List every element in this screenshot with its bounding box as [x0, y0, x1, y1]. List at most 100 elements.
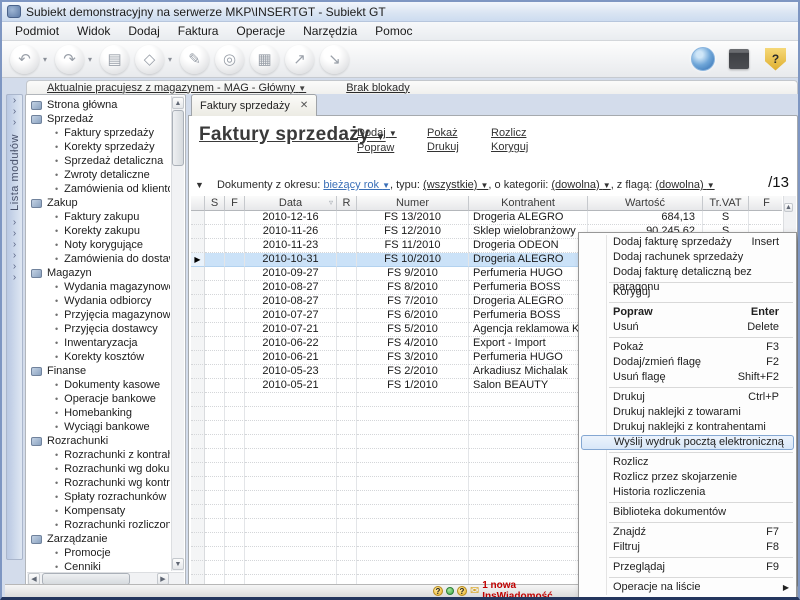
sidebar-item-promocje[interactable]: •Promocje [28, 546, 170, 560]
sidebar-item-strona-główna[interactable]: Strona główna [28, 98, 170, 112]
context-menu-item-pokaż[interactable]: PokażF3 [579, 340, 796, 355]
sidebar-item-zakup[interactable]: Zakup [28, 196, 170, 210]
chevron-down-icon[interactable]: ▾ [88, 55, 92, 64]
sidebar-item-rozrachunki-wg-kontrahentów[interactable]: •Rozrachunki wg kontrahentów [28, 476, 170, 490]
new-document-icon[interactable]: ◇ [135, 45, 164, 74]
sidebar-item-korekty-zakupu[interactable]: •Korekty zakupu [28, 224, 170, 238]
category-filter-link[interactable]: (dowolna) ▼ [551, 179, 610, 191]
sidebar-item-inwentaryzacja[interactable]: •Inwentaryzacja [28, 336, 170, 350]
scroll-up-icon[interactable]: ▲ [172, 97, 184, 109]
print-icon[interactable]: ▦ [250, 45, 279, 74]
column-header-Tr.VAT[interactable]: Tr.VAT [703, 196, 749, 211]
undo-icon[interactable]: ↶ [10, 45, 39, 74]
sidebar-item-rozrachunki-rozliczone[interactable]: •Rozrachunki rozliczone [28, 518, 170, 532]
menubar-item-widok[interactable]: Widok [68, 22, 119, 40]
context-menu-item-drukuj-naklejki-z-kontrahentami[interactable]: Drukuj naklejki z kontrahentami [579, 420, 796, 435]
sidebar-item-homebanking[interactable]: •Homebanking [28, 406, 170, 420]
scroll-down-icon[interactable]: ▼ [172, 558, 184, 570]
sidebar-item-kompensaty[interactable]: •Kompensaty [28, 504, 170, 518]
settle-link[interactable]: Rozlicz [491, 126, 528, 140]
print-link[interactable]: Drukuj [427, 140, 459, 154]
sidebar-item-wydania-magazynowe[interactable]: •Wydania magazynowe [28, 280, 170, 294]
sidebar-item-magazyn[interactable]: Magazyn [28, 266, 170, 280]
chevron-down-icon[interactable]: ▾ [43, 55, 47, 64]
column-header-Numer[interactable]: Numer [357, 196, 469, 211]
sidebar-item-sprzedaż[interactable]: Sprzedaż [28, 112, 170, 126]
sidebar-item-zamówienia-do-dostawców[interactable]: •Zamówienia do dostawców [28, 252, 170, 266]
scroll-up-icon[interactable]: ▲ [784, 203, 793, 212]
sidebar-item-rozrachunki-wg-dokumentów[interactable]: •Rozrachunki wg dokumentów [28, 462, 170, 476]
context-menu-item-dodaj-fakturę-detaliczną-bez-paragonu[interactable]: Dodaj fakturę detaliczną bez paragonu [579, 265, 796, 280]
filter-collapse-icon[interactable]: ▼ [195, 180, 204, 190]
globe-icon[interactable] [691, 47, 715, 71]
edit-link[interactable]: Popraw [357, 141, 397, 155]
tab-faktury-sprzedazy[interactable]: Faktury sprzedaży ✕ [191, 94, 317, 116]
send-back-icon[interactable]: ↗ [285, 45, 314, 74]
edit-document-icon[interactable]: ✎ [180, 45, 209, 74]
column-header-S[interactable]: S [205, 196, 225, 211]
column-header-Kontrahent[interactable]: Kontrahent [469, 196, 588, 211]
menubar-item-faktura[interactable]: Faktura [169, 22, 228, 40]
module-list-strip[interactable]: ››› Lista modułów ›››››› [6, 94, 23, 560]
forward-icon[interactable]: ↘ [320, 45, 349, 74]
sidebar-vertical-scrollbar[interactable]: ▲ ▼ [171, 96, 184, 571]
period-filter-link[interactable]: bieżący rok ▼ [323, 179, 390, 191]
help-status-icon[interactable]: ? [433, 586, 443, 596]
correct-link[interactable]: Koryguj [491, 140, 528, 154]
scrollbar-thumb[interactable] [172, 110, 184, 166]
chevron-down-icon[interactable]: ▾ [168, 55, 172, 64]
sidebar-item-przyjęcia-magazynowe[interactable]: •Przyjęcia magazynowe [28, 308, 170, 322]
sidebar-item-faktury-sprzedaży[interactable]: •Faktury sprzedaży [28, 126, 170, 140]
context-menu-item-usuń[interactable]: UsuńDelete [579, 320, 796, 335]
cube-icon[interactable] [729, 49, 749, 69]
context-menu-item-rozlicz-przez-skojarzenie[interactable]: Rozlicz przez skojarzenie [579, 470, 796, 485]
sidebar-item-finanse[interactable]: Finanse [28, 364, 170, 378]
help-status-icon[interactable]: ? [457, 586, 467, 596]
sidebar-item-zwroty-detaliczne[interactable]: •Zwroty detaliczne [28, 168, 170, 182]
column-header-marker[interactable] [191, 196, 205, 211]
context-menu-item-drukuj-naklejki-z-towarami[interactable]: Drukuj naklejki z towarami [579, 405, 796, 420]
context-menu-item-drukuj[interactable]: DrukujCtrl+P [579, 390, 796, 405]
context-menu-item-operacje-na-liście[interactable]: Operacje na liście▶ [579, 580, 796, 595]
shield-question-icon[interactable]: ? [765, 48, 786, 71]
sidebar-item-przyjęcia-dostawcy[interactable]: •Przyjęcia dostawcy [28, 322, 170, 336]
sidebar-item-korekty-kosztów[interactable]: •Korekty kosztów [28, 350, 170, 364]
column-header-F[interactable]: F [749, 196, 782, 211]
sidebar-item-dokumenty-kasowe[interactable]: •Dokumenty kasowe [28, 378, 170, 392]
context-menu-item-rozlicz[interactable]: Rozlicz [579, 455, 796, 470]
tab-close-icon[interactable]: ✕ [300, 100, 308, 111]
sidebar-item-operacje-bankowe[interactable]: •Operacje bankowe [28, 392, 170, 406]
context-menu-item-przeglądaj[interactable]: PrzeglądajF9 [579, 560, 796, 575]
sidebar-item-rozrachunki-z-kontrahentem[interactable]: •Rozrachunki z kontrahentem [28, 448, 170, 462]
context-menu-item-usuń-flagę[interactable]: Usuń flagęShift+F2 [579, 370, 796, 385]
sidebar-item-faktury-zakupu[interactable]: •Faktury zakupu [28, 210, 170, 224]
context-menu-item-znajdź[interactable]: ZnajdźF7 [579, 525, 796, 540]
search-document-icon[interactable]: ◎ [215, 45, 244, 74]
sidebar-item-noty-korygujące[interactable]: •Noty korygujące [28, 238, 170, 252]
context-menu-item-filtruj[interactable]: FiltrujF8 [579, 540, 796, 555]
context-menu-item-dodaj-rachunek-sprzedaży[interactable]: Dodaj rachunek sprzedaży [579, 250, 796, 265]
lock-status-link[interactable]: Brak blokady [346, 82, 410, 94]
context-menu-item-koryguj[interactable]: Koryguj [579, 285, 796, 300]
column-header-R[interactable]: R [337, 196, 357, 211]
flag-filter-link[interactable]: (dowolna) ▼ [655, 179, 714, 191]
add-link[interactable]: Dodaj ▼ [357, 126, 397, 141]
context-menu-item-wyślij-wydruk-pocztą-elektroniczną[interactable]: Wyślij wydruk pocztą elektroniczną [581, 435, 794, 450]
table-row[interactable]: 2010-12-16FS 13/2010Drogeria ALEGRO684,1… [191, 211, 782, 225]
menubar-item-podmiot[interactable]: Podmiot [6, 22, 68, 40]
menubar-item-dodaj[interactable]: Dodaj [119, 22, 168, 40]
redo-icon[interactable]: ↷ [55, 45, 84, 74]
menubar-item-pomoc[interactable]: Pomoc [366, 22, 421, 40]
show-link[interactable]: Pokaż [427, 126, 459, 140]
sidebar-item-zamówienia-od-klientów[interactable]: •Zamówienia od klientów [28, 182, 170, 196]
menubar-item-narzędzia[interactable]: Narzędzia [294, 22, 366, 40]
type-filter-link[interactable]: (wszystkie) ▼ [423, 179, 488, 191]
documents-stack-icon[interactable]: ▤ [100, 45, 129, 74]
sidebar-item-wydania-odbiorcy[interactable]: •Wydania odbiorcy [28, 294, 170, 308]
sidebar-item-wyciągi-bankowe[interactable]: •Wyciągi bankowe [28, 420, 170, 434]
context-menu-item-dodaj-zmień-flagę[interactable]: Dodaj/zmień flagęF2 [579, 355, 796, 370]
magazine-link[interactable]: Aktualnie pracujesz z magazynem - MAG - … [47, 82, 306, 94]
menubar-item-operacje[interactable]: Operacje [227, 22, 294, 40]
column-header-Data[interactable]: Data▿ [245, 196, 337, 211]
column-header-Wartość[interactable]: Wartość [588, 196, 703, 211]
